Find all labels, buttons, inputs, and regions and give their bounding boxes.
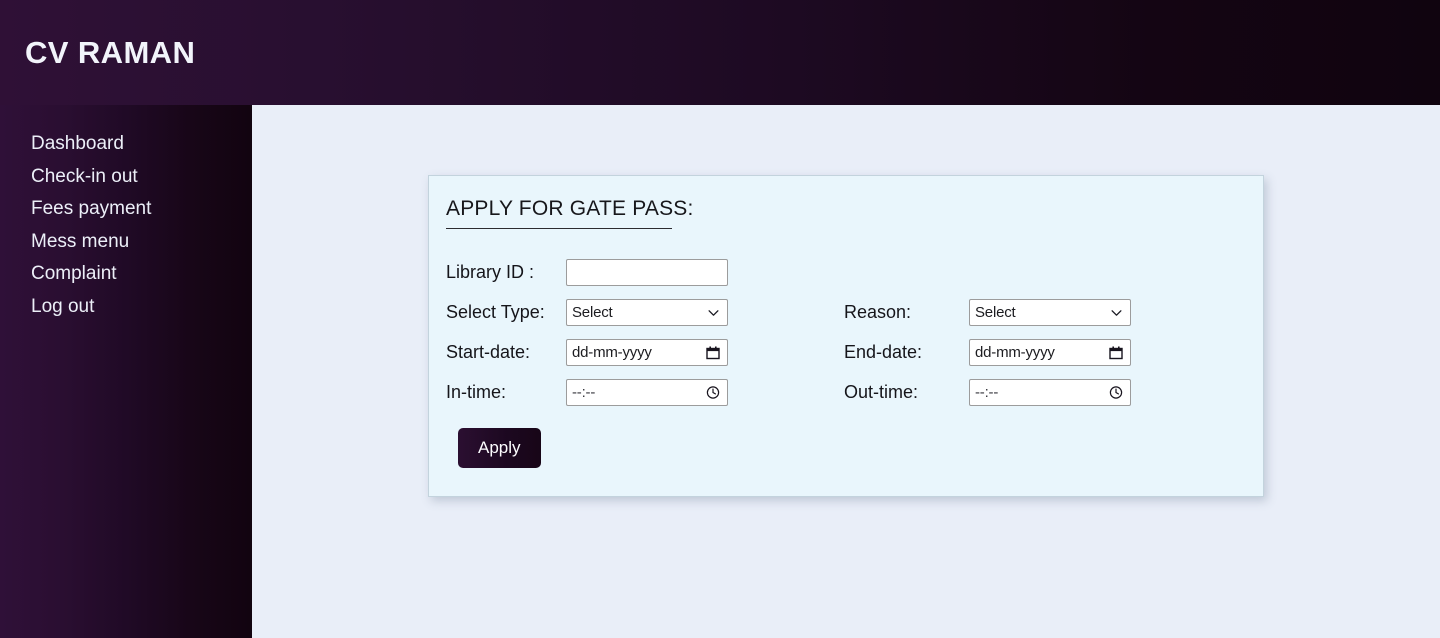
clock-icon[interactable]	[705, 385, 720, 400]
title-underline	[446, 228, 672, 229]
start-date-placeholder: dd-mm-yyyy	[572, 344, 652, 361]
chevron-down-icon	[1111, 309, 1122, 316]
sidebar-nav: Dashboard Check-in out Fees payment Mess…	[0, 105, 252, 638]
library-id-label: Library ID :	[446, 262, 566, 283]
sidebar-item-check-in-out[interactable]: Check-in out	[0, 161, 252, 194]
sidebar-item-fees-payment[interactable]: Fees payment	[0, 193, 252, 226]
calendar-icon[interactable]	[705, 345, 720, 360]
calendar-icon[interactable]	[1108, 345, 1123, 360]
out-time-label: Out-time:	[844, 382, 969, 403]
library-id-input-wrap[interactable]	[566, 259, 728, 286]
select-type-dropdown[interactable]: Select	[566, 299, 728, 326]
sidebar-item-dashboard[interactable]: Dashboard	[0, 128, 252, 161]
app-header: CV RAMAN	[0, 0, 1440, 105]
end-date-placeholder: dd-mm-yyyy	[975, 344, 1055, 361]
end-date-input[interactable]: dd-mm-yyyy	[969, 339, 1131, 366]
out-time-placeholder: --:--	[975, 384, 998, 401]
end-date-label: End-date:	[844, 342, 969, 363]
main-content: APPLY FOR GATE PASS: Library ID : Select	[252, 105, 1440, 638]
clock-icon[interactable]	[1108, 385, 1123, 400]
field-select-type: Select Type: Select	[446, 299, 728, 326]
apply-button[interactable]: Apply	[458, 428, 541, 468]
library-id-input[interactable]	[572, 260, 722, 285]
field-reason: Reason: Select	[844, 299, 1131, 326]
out-time-input[interactable]: --:--	[969, 379, 1131, 406]
select-type-value: Select	[572, 304, 613, 321]
in-time-placeholder: --:--	[572, 384, 595, 401]
start-date-label: Start-date:	[446, 342, 566, 363]
chevron-down-icon	[708, 309, 719, 316]
reason-label: Reason:	[844, 302, 969, 323]
field-out-time: Out-time: --:--	[844, 379, 1131, 406]
in-time-label: In-time:	[446, 382, 566, 403]
reason-value: Select	[975, 304, 1016, 321]
field-start-date: Start-date: dd-mm-yyyy	[446, 339, 728, 366]
sidebar-item-mess-menu[interactable]: Mess menu	[0, 226, 252, 259]
form-row-type-reason: Select Type: Select Reason: Select	[446, 299, 1246, 339]
form-row-dates: Start-date: dd-mm-yyyy	[446, 339, 1246, 379]
form-row-times: In-time: --:-- Out-time:	[446, 379, 1246, 419]
brand-title: CV RAMAN	[25, 35, 195, 71]
app-root: CV RAMAN Dashboard Check-in out Fees pay…	[0, 0, 1440, 638]
start-date-input[interactable]: dd-mm-yyyy	[566, 339, 728, 366]
sidebar-item-complaint[interactable]: Complaint	[0, 258, 252, 291]
field-end-date: End-date: dd-mm-yyyy	[844, 339, 1131, 366]
select-type-label: Select Type:	[446, 302, 566, 323]
sidebar-item-log-out[interactable]: Log out	[0, 291, 252, 324]
gate-pass-card: APPLY FOR GATE PASS: Library ID : Select	[428, 175, 1264, 497]
page-title: APPLY FOR GATE PASS:	[446, 197, 694, 221]
form-row-library-id: Library ID :	[446, 259, 1246, 299]
field-library-id: Library ID :	[446, 259, 728, 286]
reason-dropdown[interactable]: Select	[969, 299, 1131, 326]
field-in-time: In-time: --:--	[446, 379, 728, 406]
apply-button-wrap: Apply	[458, 428, 541, 468]
in-time-input[interactable]: --:--	[566, 379, 728, 406]
gate-pass-form: Library ID : Select Type: Select	[446, 259, 1246, 419]
